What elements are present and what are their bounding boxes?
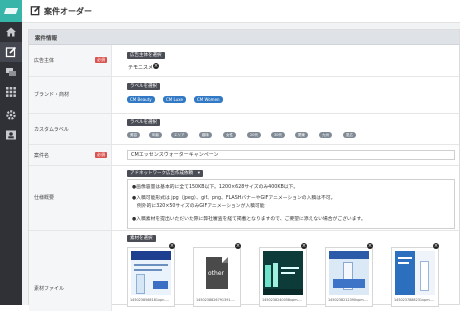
remove-asset-icon[interactable]: ×	[367, 243, 373, 249]
account-box-icon	[6, 130, 16, 140]
asset-caption: 1450237888231xpm-...	[394, 298, 434, 302]
brand-chip[interactable]: CM Luxe	[163, 96, 186, 103]
row-body: ラベルを選択 美容 年齢 エリア 趣味 女性 20代 30代 関東 九州 夏広	[113, 114, 459, 144]
brand-label: ブランド・商材	[34, 92, 70, 98]
spec-label: 仕様概要	[34, 195, 55, 201]
remove-asset-icon[interactable]: ×	[301, 243, 307, 249]
row-body: アドネットワーク広告作成依頼 ▾ ●画像容量は基本的に全て150KB以下。120…	[113, 166, 459, 230]
row-label-cell: 案件名 必須	[29, 145, 112, 165]
spec-template-label: アドネットワーク広告作成依頼	[130, 171, 193, 176]
remove-asset-icon[interactable]: ×	[169, 243, 175, 249]
sidebar-item-order[interactable]	[0, 42, 22, 62]
remove-asset-icon[interactable]: ×	[433, 243, 439, 249]
panel-header: 案件情報	[29, 30, 459, 45]
custom-label-chip[interactable]: 九州	[319, 132, 332, 138]
spec-textarea[interactable]: ●画像容量は基本的に全て150KB以下。1200×628サイズのみ400KB以下…	[127, 179, 455, 229]
panel-title: 案件情報	[35, 36, 58, 42]
custom-label-chip[interactable]: 美容	[127, 132, 140, 138]
main-content: 案件情報 広告主体 必須 広告主体を選択 テモニスメ × ブランド・商材 ラベル…	[22, 23, 460, 311]
custom-label-chip[interactable]: 関東	[295, 132, 308, 138]
asset-files-label: 素材ファイル	[34, 286, 65, 292]
row-spec: 仕様概要 アドネットワーク広告作成依頼 ▾ ●画像容量は基本的に全て150KB以…	[29, 166, 459, 231]
gear-icon	[6, 110, 16, 120]
chat-icon	[6, 68, 16, 76]
spec-line: ●入稿素材を提出いただいた際に弊社審査を経て掲載となりますので、ご要望に添えない…	[132, 217, 366, 222]
row-custom-label: カスタムラベル ラベルを選択 美容 年齢 エリア 趣味 女性 20代 30代 関…	[29, 114, 459, 145]
campaign-name-input[interactable]: CMエッセンスウォーターキャンペーン	[127, 150, 455, 160]
asset-thumbnail[interactable]: 1450238212390xpm-...	[325, 247, 373, 307]
custom-label-chip[interactable]: 30代	[271, 132, 285, 138]
row-body: ラベルを選択 CM Beauty CM Luxe CM Women	[113, 77, 459, 113]
chevron-down-icon: ▾	[197, 171, 200, 176]
row-campaign-name: 案件名 必須 CMエッセンスウォーターキャンペーン	[29, 145, 459, 166]
spec-template-dropdown[interactable]: アドネットワーク広告作成依頼 ▾	[127, 170, 203, 177]
file-type-badge: other	[208, 270, 224, 277]
spec-line: 例外的に320×50サイズのみGIFアニメーションが入稿可能	[137, 204, 265, 209]
row-label-cell: 素材ファイル	[29, 231, 112, 311]
logo-mark	[3, 8, 19, 14]
asset-preview-image	[395, 251, 435, 295]
advertiser-value: テモニスメ	[128, 65, 154, 71]
required-badge: 必須	[95, 57, 107, 63]
custom-label-chip[interactable]: 夏広	[343, 132, 356, 138]
sidebar-item-grid[interactable]	[0, 82, 22, 102]
custom-label-chip[interactable]: 20代	[247, 132, 261, 138]
row-body: 素材を選択 1450238568181xpn-... × other 14502…	[113, 231, 459, 311]
asset-thumbnail[interactable]: other 1450238826791391-...	[193, 247, 241, 307]
row-asset-files: 素材ファイル 素材を選択 1450238568181xpn-... × othe…	[29, 231, 459, 311]
select-custom-label-button[interactable]: ラベルを選択	[127, 119, 160, 126]
home-icon	[6, 27, 16, 37]
select-advertiser-button[interactable]: 広告主体を選択	[127, 52, 165, 59]
remove-asset-icon[interactable]: ×	[235, 243, 241, 249]
asset-caption: 1450238212390xpm-...	[328, 298, 368, 302]
custom-label-chip[interactable]: 趣味	[199, 132, 212, 138]
row-label-cell: ブランド・商材	[29, 77, 112, 113]
campaign-name-label: 案件名	[34, 153, 50, 159]
asset-thumbnail[interactable]: 1450237888231xpm-...	[391, 247, 439, 307]
row-body: 広告主体を選択 テモニスメ ×	[113, 45, 459, 76]
sidebar-item-messages[interactable]	[0, 62, 22, 82]
row-advertiser: 広告主体 必須 広告主体を選択 テモニスメ ×	[29, 45, 459, 77]
asset-thumbnail[interactable]: 1450238568181xpn-...	[127, 247, 175, 307]
asset-caption: 1450238240058xpm-...	[262, 298, 302, 302]
row-body: CMエッセンスウォーターキャンペーン	[113, 145, 459, 165]
select-asset-button[interactable]: 素材を選択	[127, 235, 156, 242]
asset-preview-image: other	[197, 251, 237, 295]
remove-advertiser-icon[interactable]: ×	[153, 63, 159, 69]
custom-label-chip[interactable]: 年齢	[149, 132, 162, 138]
sidebar	[0, 0, 22, 305]
asset-thumbnail[interactable]: 1450238240058xpm-...	[259, 247, 307, 307]
brand-chip[interactable]: CM Beauty	[127, 96, 155, 103]
top-header: 案件オーダー	[22, 0, 460, 23]
asset-preview-image	[329, 251, 369, 295]
row-label-cell: 仕様概要	[29, 166, 112, 230]
grid-icon	[6, 87, 16, 97]
brand-chip[interactable]: CM Women	[194, 96, 223, 103]
select-brand-label-button[interactable]: ラベルを選択	[127, 83, 160, 90]
edit-icon	[30, 5, 41, 16]
page-title: 案件オーダー	[44, 7, 92, 16]
custom-label-label: カスタムラベル	[34, 127, 69, 133]
custom-label-chip[interactable]: 女性	[223, 132, 236, 138]
row-brand: ブランド・商材 ラベルを選択 CM Beauty CM Luxe CM Wome…	[29, 77, 459, 114]
spec-line: ●入稿可能形式は jpg（jpeg）、gif、png、FLASHバナーやGIFア…	[132, 196, 336, 201]
row-label-cell: 広告主体 必須	[29, 45, 112, 76]
logo[interactable]	[0, 0, 22, 22]
asset-preview-image	[131, 251, 171, 295]
row-label-cell: カスタムラベル	[29, 114, 112, 144]
asset-caption: 1450238826791391-...	[196, 298, 235, 302]
sidebar-item-settings[interactable]	[0, 105, 22, 125]
edit-icon	[5, 46, 17, 58]
sidebar-item-home[interactable]	[0, 22, 22, 42]
required-badge: 必須	[95, 152, 107, 158]
advertiser-label: 広告主体	[34, 58, 55, 64]
asset-caption: 1450238568181xpn-...	[130, 298, 169, 302]
asset-preview-image	[263, 251, 303, 295]
custom-label-chip[interactable]: エリア	[171, 132, 188, 138]
sidebar-item-account[interactable]	[0, 125, 22, 145]
campaign-info-panel: 案件情報 広告主体 必須 広告主体を選択 テモニスメ × ブランド・商材 ラベル…	[28, 29, 460, 311]
spec-line: ●画像容量は基本的に全て150KB以下。1200×628サイズのみ400KB以下…	[132, 185, 299, 190]
